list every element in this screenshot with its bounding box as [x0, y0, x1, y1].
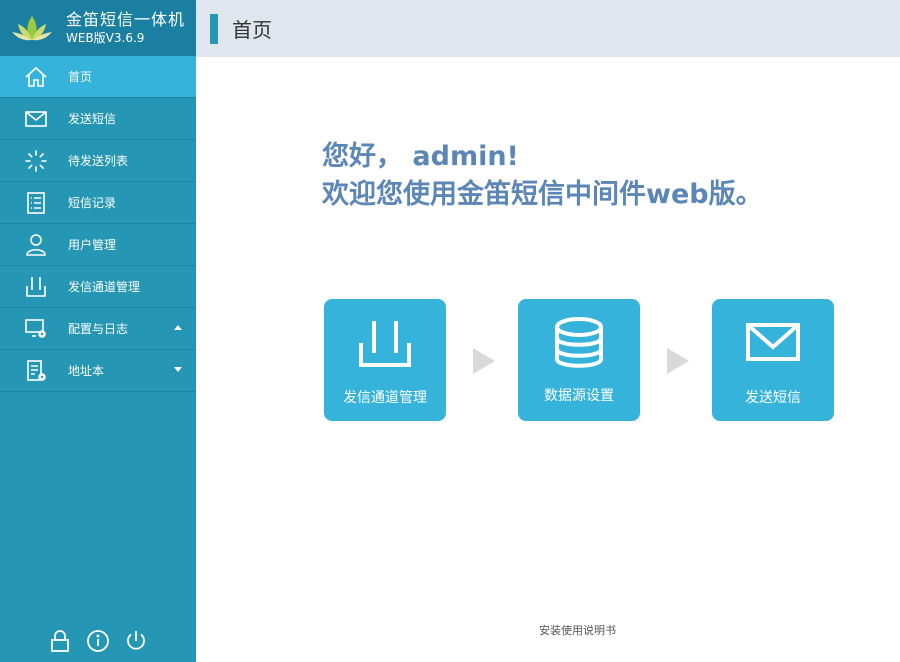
card-label: 发信通道管理: [343, 390, 427, 406]
manual-link[interactable]: 安装使用说明书: [539, 622, 616, 638]
sidebar-nav: 首页 发送短信 待发送列表 短信记录 用户管理 发信通道管理 配置与日志 地址本: [0, 56, 196, 392]
address-book-gear-icon: [23, 359, 49, 383]
loading-spinner-icon: [23, 149, 49, 173]
info-icon[interactable]: [85, 628, 111, 654]
home-icon: [23, 65, 49, 89]
sidebar-item-label: 短信记录: [68, 196, 117, 210]
envelope-icon: [23, 107, 49, 131]
channel-device-icon: [359, 321, 411, 367]
header-accent-bar: [210, 13, 218, 44]
card-datasource-settings[interactable]: 数据源设置: [518, 299, 640, 421]
sidebar: 金笛短信一体机 WEB版V3.6.9 首页 发送短信 待发送列表 短信记录 用户…: [0, 0, 196, 662]
welcome-text: 欢迎您使用金笛短信中间件web版。: [322, 179, 763, 210]
app-version: WEB版V3.6.9: [66, 31, 145, 45]
card-label: 发送短信: [745, 390, 801, 406]
database-icon: [555, 317, 603, 368]
sidebar-item-label: 地址本: [68, 364, 105, 378]
welcome-message: 您好， admin! 欢迎您使用金笛短信中间件web版。: [322, 138, 763, 214]
lotus-logo-icon: [12, 16, 52, 41]
page-header: 首页: [196, 0, 900, 57]
list-document-icon: [23, 191, 49, 215]
caret-down-icon: [174, 367, 182, 372]
card-channel-management[interactable]: 发信通道管理: [324, 299, 446, 421]
sidebar-item-label: 用户管理: [68, 238, 117, 252]
caret-up-icon: [174, 325, 182, 330]
sidebar-item-home[interactable]: 首页: [0, 56, 196, 98]
channel-device-icon: [23, 275, 49, 299]
sidebar-item-label: 发信通道管理: [68, 280, 141, 294]
sidebar-bottom-toolbar: [0, 628, 196, 654]
brand: 金笛短信一体机 WEB版V3.6.9: [0, 0, 196, 56]
sidebar-item-pending-list[interactable]: 待发送列表: [0, 140, 196, 182]
sidebar-item-label: 配置与日志: [68, 322, 129, 336]
flow-arrow-icon: [667, 348, 689, 374]
app-title: 金笛短信一体机: [66, 10, 186, 29]
monitor-gear-icon: [23, 317, 49, 341]
sidebar-item-sms-records[interactable]: 短信记录: [0, 182, 196, 224]
sidebar-item-user-management[interactable]: 用户管理: [0, 224, 196, 266]
sidebar-item-label: 待发送列表: [68, 154, 129, 168]
lock-icon[interactable]: [47, 628, 73, 654]
card-send-sms[interactable]: 发送短信: [712, 299, 834, 421]
flow-arrow-icon: [473, 348, 495, 374]
sidebar-item-channel-management[interactable]: 发信通道管理: [0, 266, 196, 308]
sidebar-item-label: 发送短信: [68, 112, 117, 126]
sidebar-item-send-sms[interactable]: 发送短信: [0, 98, 196, 140]
card-label: 数据源设置: [544, 388, 614, 404]
greeting-text: 您好， admin!: [322, 141, 519, 172]
page-title: 首页: [232, 18, 272, 42]
power-icon[interactable]: [123, 628, 149, 654]
sidebar-item-config-logs[interactable]: 配置与日志: [0, 308, 196, 350]
user-icon: [23, 233, 49, 257]
sidebar-item-label: 首页: [68, 70, 93, 84]
envelope-icon: [746, 323, 800, 361]
sidebar-item-address-book[interactable]: 地址本: [0, 350, 196, 392]
